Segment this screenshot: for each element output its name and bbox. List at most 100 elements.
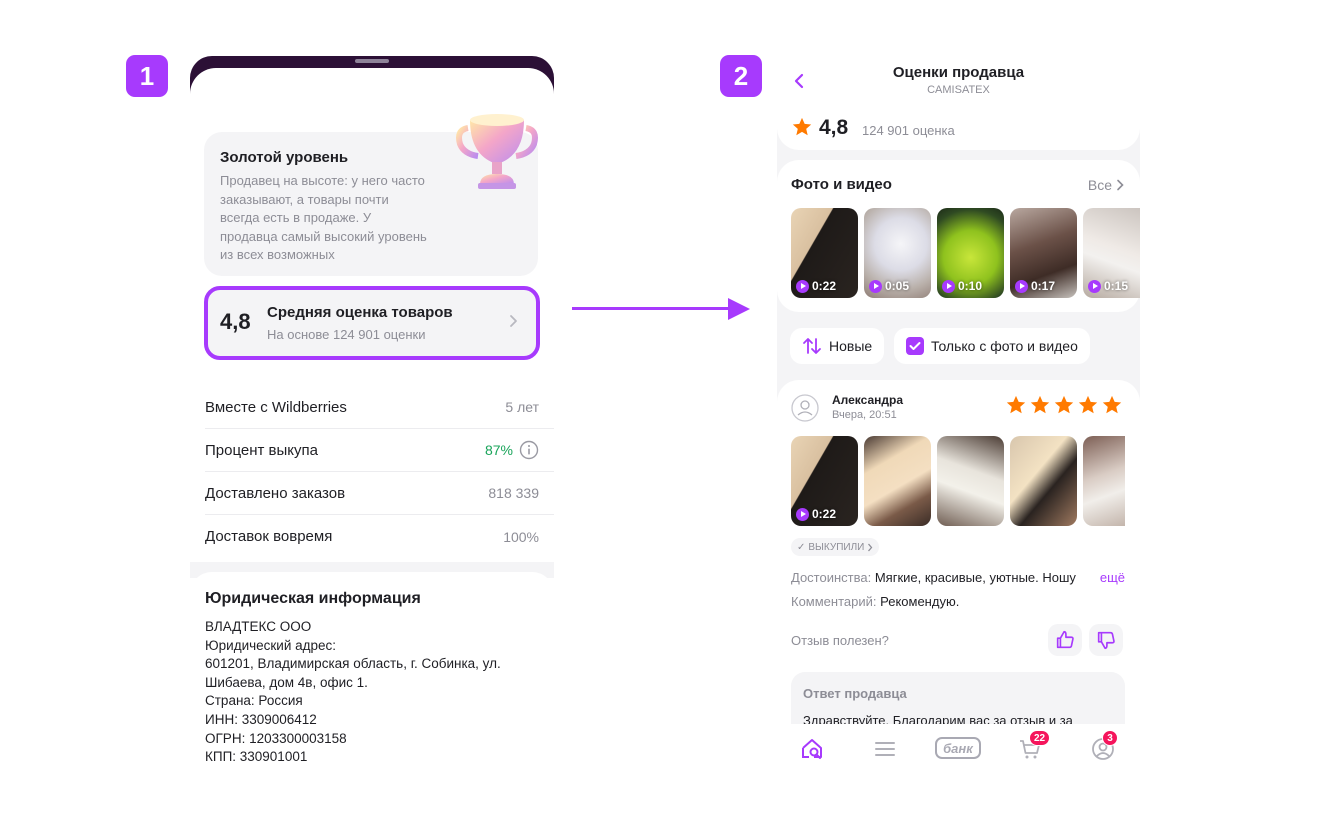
duration-text: 0:05 <box>885 279 910 293</box>
play-icon <box>869 279 882 293</box>
check-icon: ✓ <box>797 541 806 553</box>
legal-line: ВЛАДТЕКС ООО <box>205 619 312 634</box>
step-2-badge: 2 <box>720 55 762 97</box>
gold-line: заказывают, а товары почти <box>220 191 389 207</box>
stat-value: 5 лет <box>505 399 539 415</box>
review-photo[interactable] <box>864 436 931 526</box>
bottom-sheet: Золотой уровень Продавец на высоте: у не… <box>190 68 554 766</box>
section-title: Фото и видео <box>791 176 892 193</box>
media-thumbnail[interactable]: 0:10 <box>937 208 1004 298</box>
legal-info-title: Юридическая информация <box>205 590 421 607</box>
header: Оценки продавца CAMISATEX 4,8 124 901 оц… <box>777 52 1140 150</box>
average-rating-title: Средняя оценка товаров <box>267 304 453 321</box>
media-thumbnail[interactable]: 0:05 <box>864 208 931 298</box>
sheet-drag-handle[interactable] <box>355 59 389 63</box>
thumbs-down-icon <box>1097 631 1115 650</box>
trophy-icon <box>456 114 538 189</box>
duration-text: 0:22 <box>812 507 837 521</box>
bought-label: ВЫКУПИЛИ <box>808 541 865 553</box>
review-useful-prompt: Отзыв полезен? <box>791 633 889 648</box>
duration-text: 0:22 <box>812 279 837 293</box>
review-card: Александра Вчера, 20:51 0:22 ✓ ВЫКУПИЛИ … <box>777 380 1140 772</box>
star-icon <box>1054 395 1074 414</box>
chevron-right-icon <box>868 543 873 551</box>
cart-count-badge: 22 <box>1029 730 1051 746</box>
sort-button[interactable]: Новые <box>790 328 885 364</box>
tab-cart[interactable]: 22 <box>1017 730 1051 762</box>
see-all-link[interactable]: Все <box>1088 177 1124 193</box>
tab-home[interactable] <box>799 736 825 762</box>
media-thumbnails: 0:22 0:05 0:10 0:17 0:15 <box>791 208 1140 298</box>
avatar-icon <box>791 394 819 422</box>
review-stars <box>1005 394 1123 416</box>
review-pros: Достоинства: Мягкие, красивые, уютные. Н… <box>791 570 1125 585</box>
chevron-right-icon <box>510 315 517 327</box>
review-photo[interactable] <box>1083 436 1125 526</box>
gold-level-card: Золотой уровень Продавец на высоте: у не… <box>204 114 538 276</box>
flow-arrow-line <box>572 307 730 310</box>
photo-video-section: Фото и видео Все 0:22 0:05 0:10 0:17 0:1… <box>777 160 1140 312</box>
info-icon[interactable] <box>519 440 539 460</box>
star-icon <box>1006 395 1026 414</box>
legal-line: ОГРН: 1203300003158 <box>205 730 347 746</box>
stat-label: Вместе с Wildberries <box>205 398 347 416</box>
stat-row-on-time-delivery: Доставок вовремя 100% <box>205 515 554 558</box>
sort-icon <box>803 338 821 354</box>
stat-label: Процент выкупа <box>205 441 318 459</box>
star-icon <box>792 117 812 136</box>
seller-info-screen: Золотой уровень Продавец на высоте: у не… <box>190 56 554 766</box>
video-duration: 0:17 <box>1015 279 1055 293</box>
tab-catalog[interactable] <box>872 736 898 762</box>
average-rating-button[interactable]: 4,8 Средняя оценка товаров На основе 124… <box>204 286 540 360</box>
like-button[interactable] <box>1048 624 1082 656</box>
video-duration: 0:15 <box>1088 279 1128 293</box>
gold-line: из всех возможных <box>220 247 335 263</box>
review-author: Александра <box>832 393 904 407</box>
video-duration: 0:10 <box>942 279 982 293</box>
profile-notification-badge: 3 <box>1102 730 1118 746</box>
tab-profile[interactable]: 3 <box>1090 730 1118 762</box>
legal-line: ИНН: 3309006412 <box>205 711 317 727</box>
duration-text: 0:10 <box>958 279 983 293</box>
play-icon <box>796 279 809 293</box>
legal-line: Шибаева, дом 4в, офис 1. <box>205 674 368 690</box>
checkbox-checked-icon[interactable] <box>906 337 924 355</box>
bought-badge[interactable]: ✓ ВЫКУПИЛИ <box>791 538 880 556</box>
bottom-tab-bar: банк 22 3 <box>777 724 1140 772</box>
review-photo[interactable] <box>1010 436 1077 526</box>
media-thumbnail[interactable]: 0:22 <box>791 208 858 298</box>
seller-ratings-screen: Оценки продавца CAMISATEX 4,8 124 901 оц… <box>777 52 1140 772</box>
page-title: Оценки продавца <box>892 64 1025 81</box>
thumbs-up-icon <box>1056 630 1074 649</box>
gold-level-title: Золотой уровень <box>220 149 349 166</box>
duration-text: 0:17 <box>1031 279 1056 293</box>
review-photo[interactable] <box>937 436 1004 526</box>
comment-text: Рекомендую. <box>880 594 960 609</box>
tab-bank[interactable]: банк <box>935 737 981 759</box>
photo-video-filter-toggle[interactable]: Только с фото и видео <box>894 328 1090 364</box>
seller-name: CAMISATEX <box>927 84 990 96</box>
star-icon <box>1078 395 1098 414</box>
filter-label: Только с фото и видео <box>931 338 1078 354</box>
stat-label: Доставлено заказов <box>205 484 346 502</box>
average-rating-subtitle: На основе 124 901 оценки <box>267 327 426 342</box>
review-photo[interactable]: 0:22 <box>791 436 858 526</box>
pros-text: Мягкие, красивые, уютные. Ношу <box>874 570 1076 585</box>
play-icon <box>1015 279 1028 293</box>
show-more-link[interactable]: ещё <box>1085 570 1125 585</box>
gold-line: Продавец на высоте: у него часто <box>220 173 425 188</box>
video-duration: 0:22 <box>796 507 836 521</box>
home-search-icon <box>802 739 822 759</box>
media-thumbnail[interactable]: 0:17 <box>1010 208 1077 298</box>
play-icon <box>796 507 809 521</box>
gold-line: продавца самый высокий уровень <box>220 228 427 244</box>
media-thumbnail[interactable]: 0:15 <box>1083 208 1140 298</box>
see-all-label: Все <box>1087 177 1112 193</box>
dislike-button[interactable] <box>1089 624 1123 656</box>
review-photos: 0:22 <box>791 436 1125 526</box>
review-date: Вчера, 20:51 <box>832 409 897 421</box>
stat-value: 818 339 <box>488 485 539 501</box>
gold-level-description: Продавец на высоте: у него часто заказыв… <box>220 172 445 265</box>
rating-count: 124 901 оценка <box>862 123 955 138</box>
seller-stats-list: Вместе с Wildberries 5 лет Процент выкуп… <box>205 386 554 558</box>
